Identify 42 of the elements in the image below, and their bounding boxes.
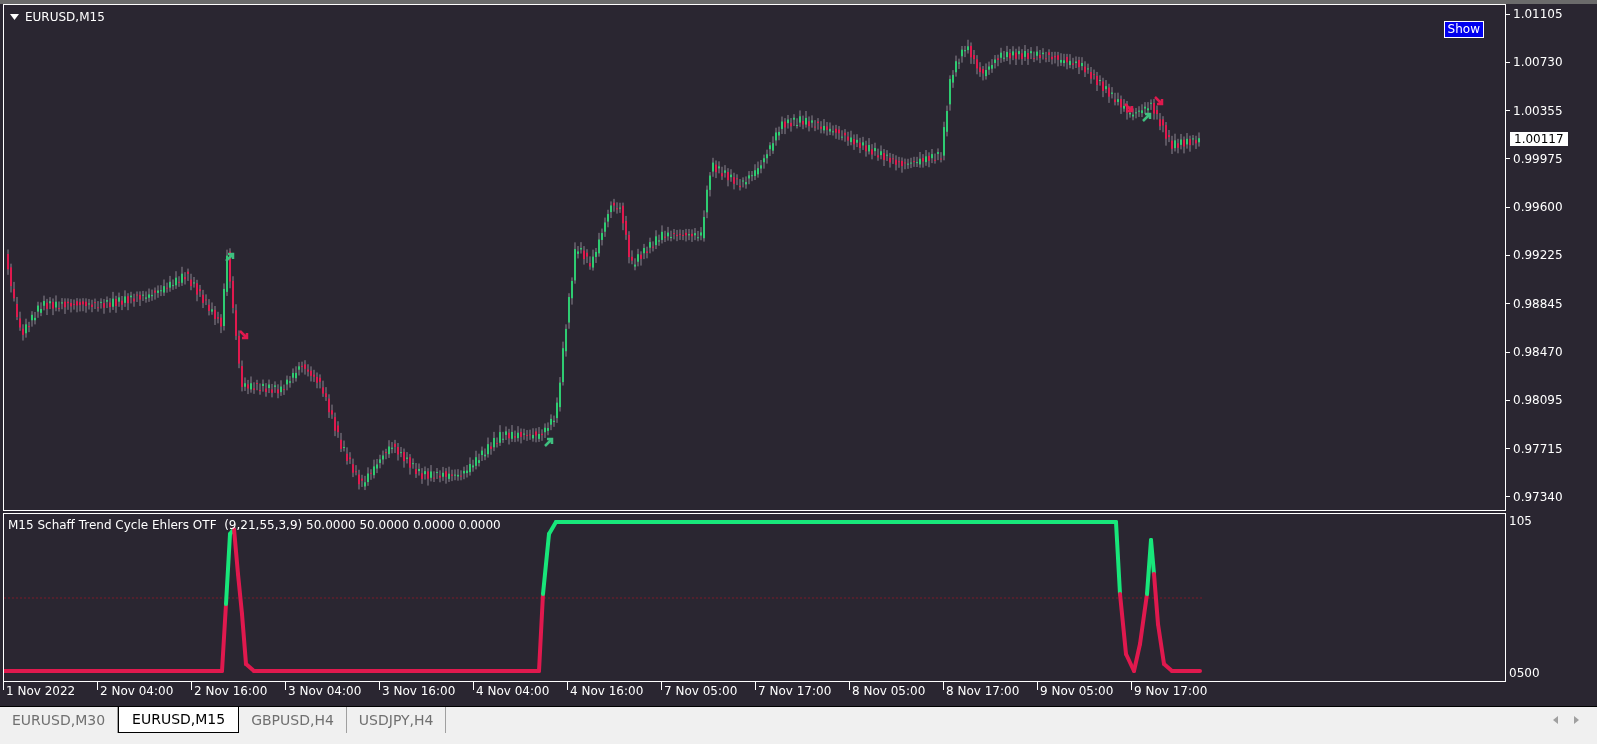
indicator-scale-label: 0500 bbox=[1509, 666, 1541, 680]
up-arrow-icon bbox=[543, 437, 554, 448]
chart-tab[interactable]: GBPUSD,H4 bbox=[239, 707, 347, 733]
time-label: 4 Nov 04:00 bbox=[475, 683, 551, 698]
indicator-label: M15 Schaff Trend Cycle Ehlers OTF (9,21,55,3,9) 50.0000 50.0000 0.0000 0.0000 bbox=[8, 517, 501, 534]
show-button[interactable]: Show bbox=[1443, 21, 1484, 38]
price-label: 0.99600 bbox=[1513, 200, 1563, 215]
price-label: 0.98845 bbox=[1513, 296, 1563, 311]
chart-tab[interactable]: EURUSD,M15 bbox=[118, 707, 240, 733]
chart-tab[interactable]: USDJPY,H4 bbox=[346, 707, 447, 733]
down-arrow-icon bbox=[1153, 95, 1164, 106]
price-label: 1.00355 bbox=[1513, 103, 1563, 118]
time-label: 8 Nov 05:00 bbox=[851, 683, 927, 698]
indicator-scale-label: 105 bbox=[1509, 514, 1533, 528]
time-label: 3 Nov 04:00 bbox=[287, 683, 363, 698]
price-label: 1.01105 bbox=[1513, 7, 1563, 21]
price-label: 1.00730 bbox=[1513, 55, 1563, 70]
scroll-right-icon[interactable] bbox=[1574, 716, 1579, 724]
price-label: 0.98470 bbox=[1513, 345, 1563, 360]
time-label: 9 Nov 05:00 bbox=[1039, 683, 1115, 698]
time-label: 8 Nov 17:00 bbox=[945, 683, 1021, 698]
chart-title: EURUSD,M15 bbox=[25, 9, 105, 26]
price-label: 0.99225 bbox=[1513, 248, 1563, 263]
time-label: 2 Nov 16:00 bbox=[193, 683, 269, 698]
time-label: 7 Nov 17:00 bbox=[757, 683, 833, 698]
price-label: 0.99975 bbox=[1513, 151, 1563, 166]
dropdown-triangle-icon[interactable] bbox=[10, 14, 19, 20]
down-arrow-icon bbox=[1123, 102, 1134, 113]
time-label: 1 Nov 2022 bbox=[5, 683, 77, 698]
up-arrow-icon bbox=[1141, 112, 1152, 123]
current-price-label: 1.00117 bbox=[1510, 132, 1568, 146]
down-arrow-icon bbox=[238, 329, 249, 340]
price-label: 0.97715 bbox=[1513, 441, 1563, 456]
time-label: 3 Nov 16:00 bbox=[381, 683, 457, 698]
time-label: 9 Nov 17:00 bbox=[1133, 683, 1209, 698]
up-arrow-icon bbox=[224, 252, 235, 263]
price-label: 0.97340 bbox=[1513, 489, 1563, 504]
price-label: 0.98095 bbox=[1513, 393, 1563, 408]
scroll-left-icon[interactable] bbox=[1553, 716, 1558, 724]
time-label: 4 Nov 16:00 bbox=[569, 683, 645, 698]
time-label: 7 Nov 05:00 bbox=[663, 683, 739, 698]
time-label: 2 Nov 04:00 bbox=[99, 683, 175, 698]
